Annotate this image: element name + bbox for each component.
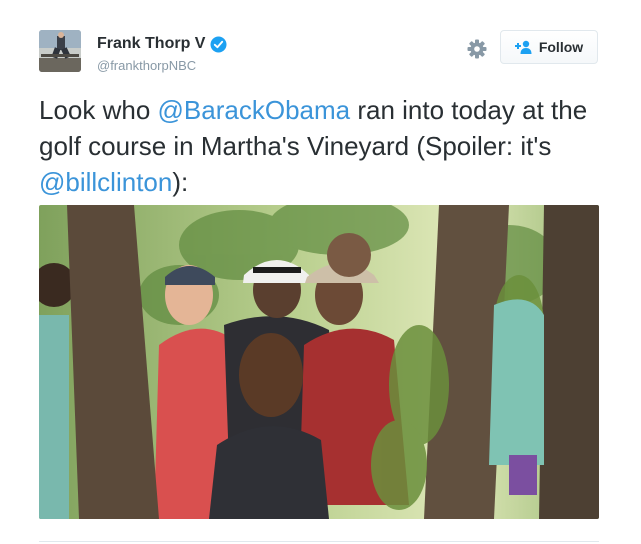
mention-link-barackobama[interactable]: @BarackObama (158, 95, 351, 125)
author-handle[interactable]: @frankthorpNBC (97, 58, 196, 73)
gear-icon[interactable] (466, 38, 488, 60)
tweet-text: Look who @BarackObama ran into today at … (39, 92, 604, 200)
tweet-text-part: ): (172, 167, 189, 197)
author-avatar[interactable] (39, 30, 81, 72)
add-user-icon (514, 40, 532, 54)
author-name-row[interactable]: Frank Thorp V (97, 35, 227, 53)
follow-button[interactable]: Follow (500, 30, 598, 64)
tweet-photo[interactable] (39, 205, 599, 519)
tweet-text-part: Look who (39, 95, 158, 125)
follow-button-label: Follow (538, 39, 584, 55)
mention-link-billclinton[interactable]: @billclinton (39, 167, 172, 197)
tweet-divider (39, 541, 599, 542)
author-display-name[interactable]: Frank Thorp V (97, 35, 205, 53)
tweet-card: Frank Thorp V @frankthorpNBC Follow Look… (0, 0, 641, 544)
verified-badge-icon (210, 36, 227, 53)
